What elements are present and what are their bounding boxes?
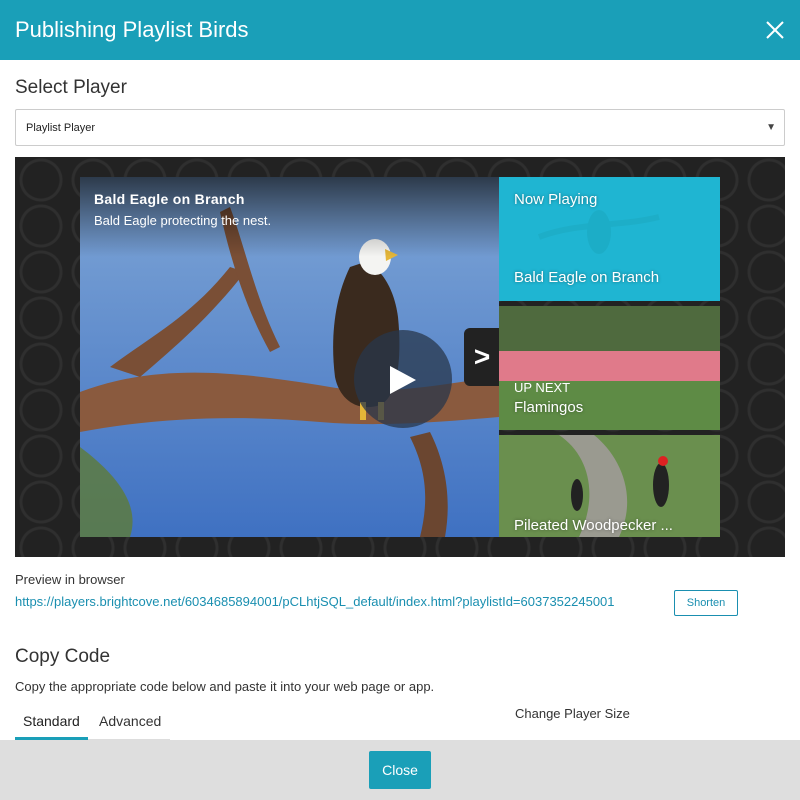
play-icon: [390, 366, 416, 394]
player-preview: Bald Eagle on Branch Bald Eagle protecti…: [15, 157, 785, 557]
up-next-title: Flamingos: [514, 399, 584, 416]
video-player[interactable]: Bald Eagle on Branch Bald Eagle protecti…: [80, 177, 499, 537]
copy-code-heading: Copy Code: [15, 646, 111, 667]
up-next-label: UP NEXT: [514, 380, 571, 395]
preview-url-link[interactable]: https://players.brightcove.net/603468589…: [15, 594, 615, 609]
select-player-heading: Select Player: [15, 77, 127, 98]
now-playing-title: Bald Eagle on Branch: [514, 269, 660, 286]
change-player-size-label: Change Player Size: [515, 706, 630, 721]
video-description: Bald Eagle protecting the nest.: [94, 213, 272, 228]
playlist-sidebar: Now Playing Bald Eagle on Branch UP NEXT…: [499, 177, 720, 537]
shorten-button[interactable]: Shorten: [674, 590, 738, 616]
modal-header: Publishing Playlist Birds: [0, 0, 800, 60]
playlist-item-now-playing[interactable]: Now Playing Bald Eagle on Branch: [499, 177, 720, 301]
playlist-item-up-next[interactable]: UP NEXT Flamingos: [499, 306, 720, 430]
video-info-overlay: Bald Eagle on Branch Bald Eagle protecti…: [80, 177, 499, 257]
modal-footer: Close: [0, 740, 800, 800]
chevron-down-icon: ▼: [766, 122, 776, 133]
next-arrow-button[interactable]: >: [464, 328, 500, 386]
playlist-item-3[interactable]: Pileated Woodpecker ...: [499, 435, 720, 537]
player-select[interactable]: Playlist Player ▼: [15, 109, 785, 146]
playlist-item-3-title: Pileated Woodpecker ...: [514, 517, 673, 534]
modal-title: Publishing Playlist Birds: [15, 17, 249, 42]
now-playing-label: Now Playing: [514, 191, 598, 208]
chevron-right-icon: >: [473, 341, 491, 372]
preview-in-browser-label: Preview in browser: [15, 572, 125, 587]
video-title: Bald Eagle on Branch: [94, 191, 245, 207]
close-icon[interactable]: [764, 19, 786, 41]
tab-advanced[interactable]: Advanced: [88, 712, 170, 740]
close-button[interactable]: Close: [369, 751, 431, 789]
play-button[interactable]: [354, 330, 452, 428]
player-select-value: Playlist Player: [26, 121, 96, 134]
publish-modal: Publishing Playlist Birds Select Player …: [0, 0, 800, 800]
tab-standard[interactable]: Standard: [15, 712, 88, 740]
copy-code-description: Copy the appropriate code below and past…: [15, 679, 435, 694]
code-tabs: Standard Advanced: [15, 712, 170, 740]
